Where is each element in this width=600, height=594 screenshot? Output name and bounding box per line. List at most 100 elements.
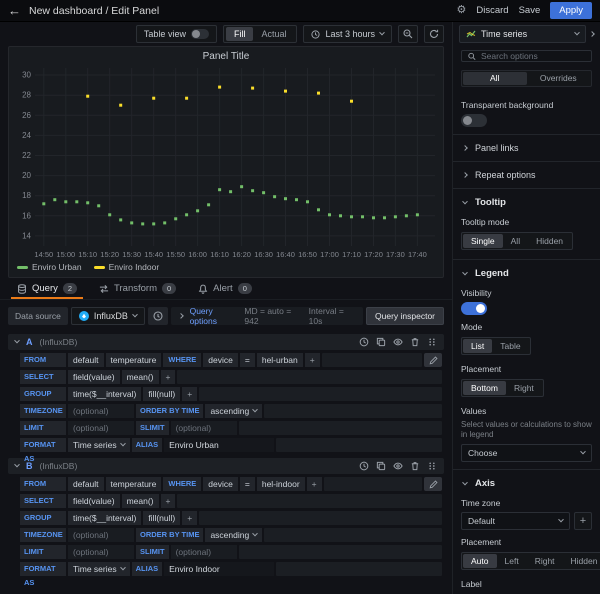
legend-visibility-toggle[interactable] xyxy=(461,302,487,315)
datasource-help-button[interactable] xyxy=(148,307,168,325)
legend-section-header[interactable]: Legend xyxy=(453,260,600,281)
group-by-time-segment[interactable]: time($__interval) xyxy=(68,387,141,401)
actual-option[interactable]: Actual xyxy=(253,27,294,41)
panel-links-section[interactable]: Panel links xyxy=(453,135,600,162)
query-card-header[interactable]: A (InfluxDB) xyxy=(8,334,444,350)
group-by-fill-segment[interactable]: fill(null) xyxy=(143,511,180,525)
where-key-segment[interactable]: device xyxy=(203,353,238,367)
drag-handle-icon[interactable] xyxy=(427,461,437,471)
panel-type-select[interactable]: Time series xyxy=(459,25,586,43)
axis-placement-left[interactable]: Left xyxy=(497,554,527,568)
alias-input[interactable] xyxy=(164,562,274,576)
slimit-input[interactable] xyxy=(171,421,237,435)
search-options-input[interactable] xyxy=(481,51,585,61)
query-options-link[interactable]: Query options xyxy=(190,306,238,326)
query-history-icon[interactable] xyxy=(359,461,369,471)
tab-all[interactable]: All xyxy=(463,72,527,85)
add-select-button[interactable]: + xyxy=(161,494,176,508)
retention-policy-segment[interactable]: default xyxy=(68,477,104,491)
tooltip-mode-hidden[interactable]: Hidden xyxy=(528,234,571,248)
legend-item[interactable]: Enviro Indoor xyxy=(94,262,160,272)
gear-icon[interactable]: ⚙ xyxy=(457,5,467,16)
group-by-fill-segment[interactable]: fill(null) xyxy=(143,387,180,401)
legend-mode-list[interactable]: List xyxy=(463,339,492,353)
apply-button[interactable]: Apply xyxy=(550,2,592,19)
where-operator-segment[interactable]: = xyxy=(240,353,255,367)
table-view-switch[interactable] xyxy=(191,29,209,39)
axis-timezone-add-button[interactable]: + xyxy=(574,512,592,530)
order-by-select[interactable]: ascending xyxy=(205,528,262,542)
tab-transform[interactable]: Transform 0 xyxy=(90,280,185,299)
tab-overrides[interactable]: Overrides xyxy=(527,72,591,85)
add-group-by-button[interactable]: + xyxy=(182,511,197,525)
retention-policy-segment[interactable]: default xyxy=(68,353,104,367)
timezone-input[interactable] xyxy=(68,404,134,418)
add-select-button[interactable]: + xyxy=(161,370,176,384)
chart-plot-area[interactable]: 14161820222426283014:5015:0015:1015:2015… xyxy=(9,64,443,260)
alias-input[interactable] xyxy=(164,438,274,452)
back-arrow-icon[interactable]: ← xyxy=(8,4,21,17)
zoom-out-button[interactable] xyxy=(398,25,418,43)
legend-placement-right[interactable]: Right xyxy=(506,381,542,395)
drag-handle-icon[interactable] xyxy=(427,337,437,347)
duplicate-query-icon[interactable] xyxy=(376,337,386,347)
scatter-chart[interactable]: 14161820222426283014:5015:0015:1015:2015… xyxy=(9,64,443,260)
select-field-segment[interactable]: field(value) xyxy=(68,494,120,508)
add-group-by-button[interactable]: + xyxy=(182,387,197,401)
format-as-select[interactable]: Time series xyxy=(68,438,130,452)
time-range-picker[interactable]: Last 3 hours xyxy=(303,25,392,43)
where-key-segment[interactable]: device xyxy=(203,477,238,491)
legend-values-select[interactable]: Choose xyxy=(461,444,592,462)
tooltip-mode-all[interactable]: All xyxy=(503,234,528,248)
table-view-toggle[interactable]: Table view xyxy=(136,25,217,43)
axis-timezone-select[interactable]: Default xyxy=(461,512,570,530)
tooltip-section-header[interactable]: Tooltip xyxy=(453,189,600,210)
tab-alert[interactable]: Alert 0 xyxy=(189,280,261,299)
select-function-segment[interactable]: mean() xyxy=(122,494,159,508)
query-history-icon[interactable] xyxy=(359,337,369,347)
select-field-segment[interactable]: field(value) xyxy=(68,370,120,384)
repeat-options-section[interactable]: Repeat options xyxy=(453,162,600,189)
refresh-button[interactable] xyxy=(424,25,444,43)
transparent-background-toggle[interactable] xyxy=(461,114,487,127)
axis-placement-auto[interactable]: Auto xyxy=(463,554,497,568)
fill-option[interactable]: Fill xyxy=(226,27,254,41)
discard-button[interactable]: Discard xyxy=(476,5,508,16)
tab-query[interactable]: Query 2 xyxy=(8,280,86,299)
legend-item[interactable]: Enviro Urban xyxy=(17,262,82,272)
query-inspector-button[interactable]: Query inspector xyxy=(366,307,444,325)
limit-input[interactable] xyxy=(68,545,134,559)
add-condition-button[interactable]: + xyxy=(307,477,322,491)
save-button[interactable]: Save xyxy=(519,5,541,16)
datasource-select[interactable]: InfluxDB xyxy=(71,307,145,325)
delete-query-trash-icon[interactable] xyxy=(410,461,420,471)
format-as-select[interactable]: Time series xyxy=(68,562,130,576)
collapse-pane-icon[interactable] xyxy=(589,31,595,37)
add-condition-button[interactable]: + xyxy=(305,353,320,367)
select-function-segment[interactable]: mean() xyxy=(122,370,159,384)
duplicate-query-icon[interactable] xyxy=(376,461,386,471)
tooltip-mode-single[interactable]: Single xyxy=(463,234,503,248)
pencil-icon xyxy=(429,480,438,489)
where-operator-segment[interactable]: = xyxy=(240,477,255,491)
hide-query-eye-icon[interactable] xyxy=(393,461,403,471)
axis-placement-hidden[interactable]: Hidden xyxy=(563,554,600,568)
edit-raw-query-button[interactable] xyxy=(424,353,442,367)
limit-input[interactable] xyxy=(68,421,134,435)
slimit-input[interactable] xyxy=(171,545,237,559)
measurement-segment[interactable]: temperature xyxy=(106,353,162,367)
order-by-select[interactable]: ascending xyxy=(205,404,262,418)
query-card-header[interactable]: B (InfluxDB) xyxy=(8,458,444,474)
delete-query-trash-icon[interactable] xyxy=(410,337,420,347)
group-by-time-segment[interactable]: time($__interval) xyxy=(68,511,141,525)
legend-mode-table[interactable]: Table xyxy=(492,339,528,353)
where-value-segment[interactable]: hel-urban xyxy=(257,353,303,367)
where-value-segment[interactable]: hel-indoor xyxy=(257,477,305,491)
timezone-input[interactable] xyxy=(68,528,134,542)
axis-placement-right[interactable]: Right xyxy=(527,554,563,568)
hide-query-eye-icon[interactable] xyxy=(393,337,403,347)
axis-section-header[interactable]: Axis xyxy=(453,470,600,491)
edit-raw-query-button[interactable] xyxy=(424,477,442,491)
measurement-segment[interactable]: temperature xyxy=(106,477,162,491)
legend-placement-bottom[interactable]: Bottom xyxy=(463,381,506,395)
